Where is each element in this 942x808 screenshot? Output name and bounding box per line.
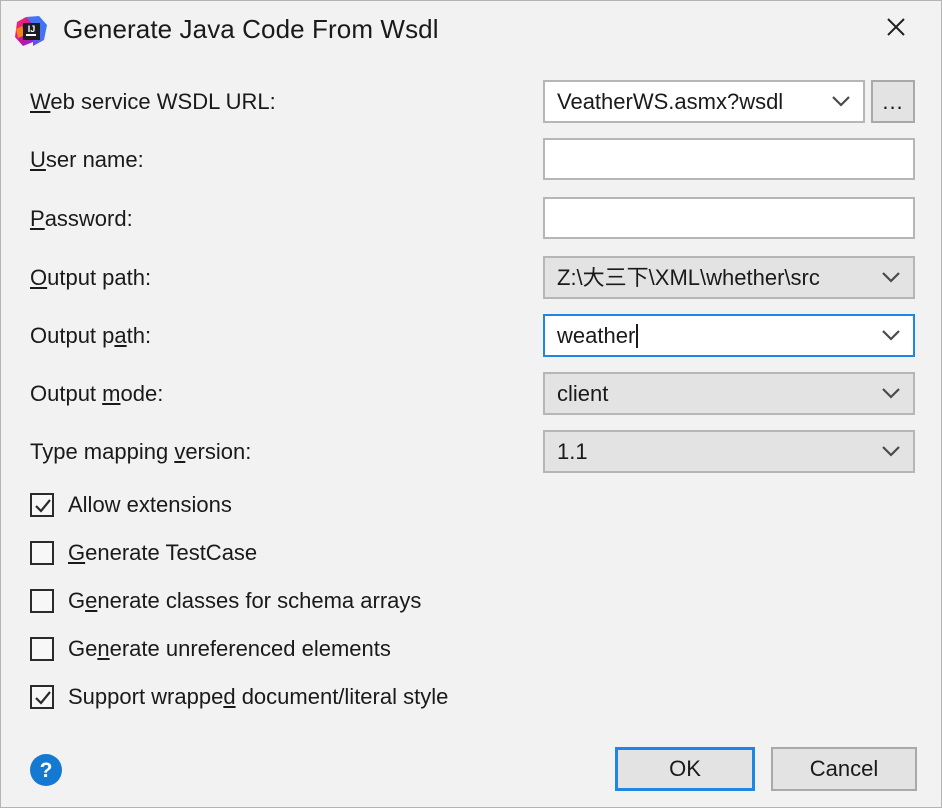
checkbox-label-mnemonic: G [68, 540, 86, 565]
checkbox-box[interactable] [30, 637, 54, 661]
checkbox-generate-testcase[interactable]: Generate TestCase [30, 540, 257, 566]
checkbox-support-wrapped-document-literal-style[interactable]: Support wrapped document/literal style [30, 684, 448, 710]
checkbox-label-post: nerate classes for schema arrays [97, 588, 422, 613]
type-mapping-version-value: 1.1 [557, 440, 588, 463]
checkbox-label-post: enerate TestCase [85, 540, 258, 565]
generate-java-code-dialog: IJ Generate Java Code From Wsdl Web serv… [0, 0, 942, 808]
checkbox-box[interactable] [30, 541, 54, 565]
checkbox-label-mnemonic: d [223, 684, 236, 709]
type-mapping-version-combo[interactable]: 1.1 [543, 430, 915, 473]
type-mapping-version-label-pre: Type mapping [30, 439, 175, 464]
output-package-combo[interactable]: weather [543, 314, 915, 357]
checkbox-allow-extensions[interactable]: Allow extensions [30, 492, 232, 518]
output-path-label-text: utput path: [47, 265, 152, 290]
password-label-mnemonic: P [30, 206, 45, 231]
output-mode-label-pre: Output [30, 381, 103, 406]
checkbox-generate-unreferenced-elements[interactable]: Generate unreferenced elements [30, 636, 391, 662]
output-path-value: Z:\大三下\XML\whether\src [557, 266, 820, 289]
chevron-down-icon[interactable] [869, 271, 913, 284]
output-package-label: Output path: [30, 323, 151, 349]
wsdl-url-value: VeatherWS.asmx?wsdl [557, 90, 784, 113]
intellij-idea-logo-icon: IJ [14, 15, 48, 49]
dialog-titlebar: IJ Generate Java Code From Wsdl [1, 1, 941, 63]
checkbox-label-post: erate unreferenced elements [109, 636, 391, 661]
checkbox-label-mnemonic: e [85, 588, 98, 613]
user-name-label-mnemonic: U [30, 147, 46, 172]
user-name-label-text: ser name: [45, 147, 144, 172]
wsdl-url-combo[interactable]: VeatherWS.asmx?wsdl [543, 80, 865, 123]
svg-text:IJ: IJ [28, 24, 36, 34]
output-path-label-mnemonic: O [30, 265, 48, 290]
checkbox-label-mnemonic: n [97, 636, 110, 661]
checkbox-generate-classes-schema-arrays[interactable]: Generate classes for schema arrays [30, 588, 421, 614]
text-caret [636, 323, 639, 348]
output-mode-label: Output mode: [30, 381, 163, 407]
checkbox-label-post: document/literal style [235, 684, 449, 709]
help-icon[interactable]: ? [30, 754, 62, 786]
ok-button-label: OK [669, 756, 701, 781]
browse-button-label: ... [882, 89, 904, 114]
output-mode-value: client [557, 382, 609, 405]
output-mode-label-text: ode: [120, 381, 164, 406]
check-icon [35, 499, 51, 513]
type-mapping-version-label-mnemonic: v [174, 439, 186, 464]
output-path-label: Output path: [30, 265, 151, 291]
close-icon[interactable] [863, 1, 929, 53]
output-package-value: weather [557, 323, 636, 348]
chevron-down-icon[interactable] [819, 95, 863, 108]
chevron-down-icon[interactable] [869, 387, 913, 400]
wsdl-url-label-mnemonic: W [30, 89, 51, 114]
checkbox-label-pre: G [68, 588, 86, 613]
password-label-text: assword: [44, 206, 133, 231]
cancel-button-label: Cancel [809, 756, 879, 781]
checkbox-box[interactable] [30, 589, 54, 613]
checkbox-label-pre: Support wrappe [68, 684, 224, 709]
wsdl-url-label-text: eb service WSDL URL: [50, 89, 276, 114]
type-mapping-version-label: Type mapping version: [30, 439, 251, 465]
cancel-button[interactable]: Cancel [771, 747, 917, 791]
user-name-label: User name: [30, 147, 144, 173]
wsdl-url-browse-button[interactable]: ... [871, 80, 915, 123]
output-path-combo[interactable]: Z:\大三下\XML\whether\src [543, 256, 915, 299]
checkbox-box[interactable] [30, 685, 54, 709]
output-package-label-mnemonic: a [114, 323, 127, 348]
type-mapping-version-label-text: ersion: [185, 439, 252, 464]
output-mode-label-mnemonic: m [102, 381, 121, 406]
check-icon [35, 691, 51, 705]
chevron-down-icon[interactable] [869, 445, 913, 458]
password-input[interactable] [543, 197, 915, 239]
password-label: Password: [30, 206, 133, 232]
user-name-input[interactable] [543, 138, 915, 180]
output-mode-combo[interactable]: client [543, 372, 915, 415]
ok-button[interactable]: OK [615, 747, 755, 791]
checkbox-label-pre: Allow extensions [68, 492, 232, 517]
checkbox-box[interactable] [30, 493, 54, 517]
output-package-label-pre: Output p [30, 323, 115, 348]
help-icon-label: ? [39, 758, 53, 782]
chevron-down-icon[interactable] [869, 329, 913, 342]
wsdl-url-label: Web service WSDL URL: [30, 89, 276, 115]
checkbox-label-pre: Ge [68, 636, 98, 661]
output-package-label-text: th: [126, 323, 152, 348]
dialog-title: Generate Java Code From Wsdl [63, 14, 439, 44]
